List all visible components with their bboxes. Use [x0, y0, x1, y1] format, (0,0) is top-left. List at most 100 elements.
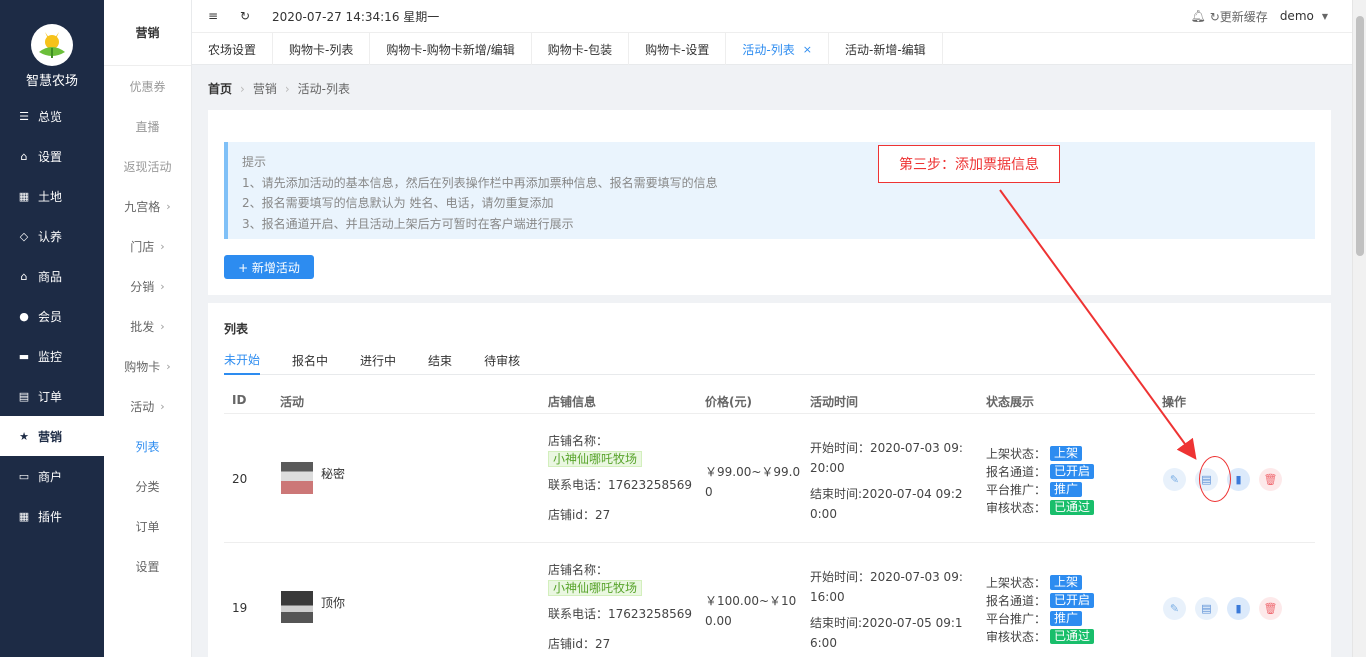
user-menu[interactable]: demo: [1280, 9, 1314, 23]
star-icon: ★: [19, 429, 29, 443]
sliders-icon: ☰: [19, 109, 29, 123]
submenu-item-live[interactable]: 直播: [104, 106, 191, 146]
sidebar-item-goods[interactable]: ⌂ 商品: [0, 256, 104, 296]
end-time: 结束时间:2020-07-05 09:16:00: [810, 616, 963, 650]
sidebar-item-monitor[interactable]: ▬ 监控: [0, 336, 104, 376]
breadcrumb-level1[interactable]: 营销: [253, 80, 277, 97]
page-scrollbar[interactable]: [1352, 0, 1366, 657]
submenu-item-activity-settings[interactable]: 设置: [104, 546, 191, 586]
close-icon[interactable]: ×: [803, 43, 812, 56]
submenu-item-stores[interactable]: 门店 ›: [104, 226, 191, 266]
tab-shopping-card-list[interactable]: 购物卡-列表: [273, 33, 371, 65]
scrollbar-thumb[interactable]: [1356, 16, 1364, 256]
sidebar-item-plugins[interactable]: ▦ 插件: [0, 496, 104, 536]
tab-in-progress[interactable]: 进行中: [360, 345, 396, 375]
sidebar-item-label: 商品: [38, 269, 63, 284]
table-header: ID 活动 店铺信息 价格(元) 活动时间 状态展示 操作: [224, 389, 1315, 414]
menu-toggle-icon[interactable]: ≡: [208, 9, 222, 23]
reload-icon[interactable]: ↻: [240, 9, 254, 23]
table-row: 19 顶你 店铺名称： 小神仙哪吒牧场 联系电话：17623258569 店铺i…: [224, 543, 1315, 657]
tab-label: 农场设置: [208, 42, 257, 57]
sidebar-item-members[interactable]: ● 会员: [0, 296, 104, 336]
col-time: 活动时间: [810, 395, 859, 409]
sidebar-item-label: 设置: [38, 149, 63, 164]
user-icon: ●: [19, 309, 29, 323]
start-time: 开始时间：2020-07-03 09:20:00: [810, 441, 963, 475]
col-activity: 活动: [280, 395, 305, 409]
col-price: 价格(元): [705, 395, 752, 409]
activity-name: 秘密: [321, 467, 346, 481]
bell-icon[interactable]: 🔔︎: [1191, 9, 1206, 23]
sidebar-item-label: 会员: [38, 309, 63, 324]
submenu-item-activity-category[interactable]: 分类: [104, 466, 191, 506]
highlight-circle: [1199, 456, 1231, 502]
tab-shopping-card-edit[interactable]: 购物卡-购物卡新增/编辑: [370, 33, 532, 65]
logo: 智慧农场: [0, 0, 104, 96]
tip-title: 提示: [242, 155, 267, 169]
price-range: ￥99.00~￥99.00: [705, 465, 801, 499]
tab-shopping-card-settings[interactable]: 购物卡-设置: [629, 33, 727, 65]
submenu-item-label: 九宫格: [124, 199, 161, 214]
tab-activity-list[interactable]: 活动-列表 ×: [726, 33, 829, 65]
row-id: 20: [232, 472, 248, 486]
chevron-right-icon: ›: [160, 399, 165, 413]
row-id: 19: [232, 601, 248, 615]
sidebar-item-overview[interactable]: ☰ 总览: [0, 96, 104, 136]
submenu-item-label: 购物卡: [124, 359, 161, 374]
status-label: 审核状态：: [986, 500, 1047, 515]
submenu-item-shopping-card[interactable]: 购物卡 ›: [104, 346, 191, 386]
tab-farm-settings[interactable]: 农场设置: [192, 33, 274, 65]
price-range: ￥100.00~￥100.00: [705, 594, 797, 628]
submenu-item-label: 直播: [135, 119, 160, 134]
shop-phone: 联系电话：17623258569: [548, 478, 692, 492]
submenu-item-coupons[interactable]: 优惠券: [104, 66, 191, 106]
add-activity-button[interactable]: + 新增活动: [224, 255, 314, 279]
submenu-item-activity-list[interactable]: 列表: [104, 426, 191, 466]
tab-label: 活动-新增-编辑: [844, 42, 926, 57]
submenu-item-label: 设置: [135, 559, 160, 574]
delete-icon[interactable]: 🗑︎: [1259, 597, 1282, 620]
ticket-info-icon[interactable]: ▤: [1195, 597, 1218, 620]
submenu-item-cashback[interactable]: 返现活动: [104, 146, 191, 186]
tab-registering[interactable]: 报名中: [292, 345, 328, 375]
logo-icon: [31, 24, 73, 66]
tab-label: 购物卡-设置: [645, 42, 710, 57]
submenu-item-nine-grid[interactable]: 九宫格 ›: [104, 186, 191, 226]
submenu-item-label: 列表: [135, 439, 160, 454]
tab-pending-review[interactable]: 待审核: [484, 345, 520, 375]
diamond-icon: ◇: [19, 229, 29, 243]
col-status: 状态展示: [986, 395, 1035, 409]
refresh-cache-button[interactable]: ↻更新缓存: [1210, 8, 1268, 25]
clipboard-icon[interactable]: ▮: [1227, 597, 1250, 620]
sidebar-item-orders[interactable]: ▤ 订单: [0, 376, 104, 416]
submenu-item-distribution[interactable]: 分销 ›: [104, 266, 191, 306]
annotation-callout: 第三步：添加票据信息: [878, 145, 1060, 183]
submenu-item-activity[interactable]: 活动 ›: [104, 386, 191, 426]
tab-ended[interactable]: 结束: [428, 345, 452, 375]
submenu-item-label: 批发: [130, 319, 155, 334]
chevron-right-icon: ›: [160, 239, 165, 253]
tab-not-started[interactable]: 未开始: [224, 345, 261, 375]
sidebar-item-adopt[interactable]: ◇ 认养: [0, 216, 104, 256]
delete-icon[interactable]: 🗑︎: [1259, 468, 1282, 491]
caret-down-icon[interactable]: ▼: [1322, 12, 1328, 21]
breadcrumb-home[interactable]: 首页: [208, 80, 232, 97]
edit-icon[interactable]: ✎: [1163, 597, 1186, 620]
table-row: 20 秘密 店铺名称： 小神仙哪吒牧场 联系电话：17623258569 店铺i…: [224, 414, 1315, 543]
sidebar-item-merchants[interactable]: ▭ 商户: [0, 456, 104, 496]
sidebar-item-settings[interactable]: ⌂ 设置: [0, 136, 104, 176]
sidebar-item-land[interactable]: ▦ 土地: [0, 176, 104, 216]
submenu-item-activity-orders[interactable]: 订单: [104, 506, 191, 546]
status-badge: 推广: [1050, 481, 1083, 497]
tab-label: 购物卡-列表: [289, 42, 354, 57]
edit-icon[interactable]: ✎: [1163, 468, 1186, 491]
submenu-item-wholesale[interactable]: 批发 ›: [104, 306, 191, 346]
tab-activity-edit[interactable]: 活动-新增-编辑: [829, 33, 943, 65]
tab-shopping-card-package[interactable]: 购物卡-包装: [532, 33, 630, 65]
submenu-item-label: 订单: [135, 519, 160, 534]
current-datetime: 2020-07-27 14:34:16 星期一: [272, 9, 440, 24]
submenu-item-label: 活动: [130, 399, 155, 414]
submenu-item-label: 分类: [135, 479, 160, 494]
sidebar-item-marketing[interactable]: ★ 营销: [0, 416, 104, 456]
submenu-item-label: 分销: [130, 279, 155, 294]
